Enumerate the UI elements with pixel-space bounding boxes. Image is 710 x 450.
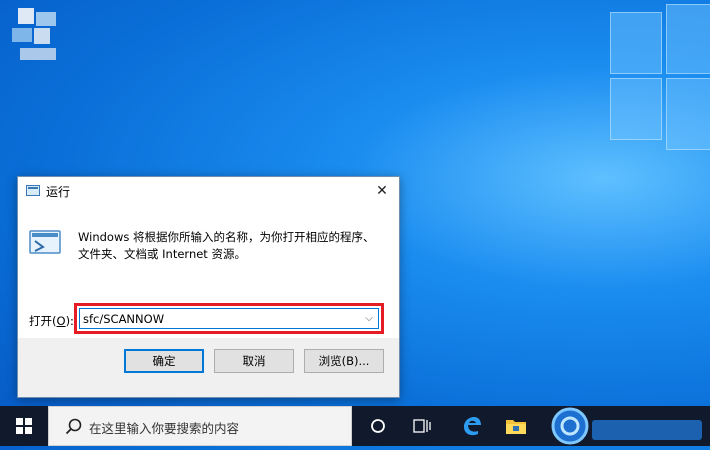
windows-icon xyxy=(16,418,32,434)
cancel-button[interactable]: 取消 xyxy=(214,349,294,373)
watermark-logo xyxy=(548,404,710,446)
command-input[interactable] xyxy=(79,308,379,329)
file-explorer-button[interactable] xyxy=(494,406,538,446)
run-program-icon xyxy=(29,230,61,254)
start-button[interactable] xyxy=(0,406,48,446)
search-placeholder: 在这里输入你要搜索的内容 xyxy=(89,421,240,436)
chevron-down-icon[interactable]: ⌵ xyxy=(361,310,377,327)
close-icon: ✕ xyxy=(376,183,388,199)
watermark-icon xyxy=(551,407,702,445)
ok-button[interactable]: 确定 xyxy=(124,349,204,373)
close-button[interactable]: ✕ xyxy=(365,177,399,205)
folder-icon xyxy=(506,420,526,434)
dialog-content: Windows 将根据你所输入的名称，为你打开相应的程序、文件夹、文档或 Int… xyxy=(18,205,399,338)
search-icon xyxy=(65,418,82,435)
desktop-icon-blurred[interactable] xyxy=(12,8,64,66)
edge-icon xyxy=(464,417,481,436)
task-view-button[interactable] xyxy=(400,406,444,446)
run-dialog: 运行 ✕ Windows 将根据你所输入的名称，为你打开相应的程序、文件夹、文档… xyxy=(17,176,400,398)
run-icon xyxy=(26,185,40,196)
dialog-description: Windows 将根据你所输入的名称，为你打开相应的程序、文件夹、文档或 Int… xyxy=(78,230,375,261)
cortana-button[interactable] xyxy=(356,406,400,446)
windows-wallpaper-logo xyxy=(590,0,710,160)
browse-button[interactable]: 浏览(B)... xyxy=(304,349,384,373)
taskbar-search-box[interactable]: 在这里输入你要搜索的内容 xyxy=(48,406,352,446)
cortana-icon xyxy=(371,419,385,433)
open-label: 打开(O): xyxy=(29,314,74,328)
dialog-titlebar[interactable]: 运行 ✕ xyxy=(18,177,399,205)
edge-browser-button[interactable] xyxy=(450,406,494,446)
task-view-icon xyxy=(413,419,431,433)
dialog-title: 运行 xyxy=(46,185,71,199)
